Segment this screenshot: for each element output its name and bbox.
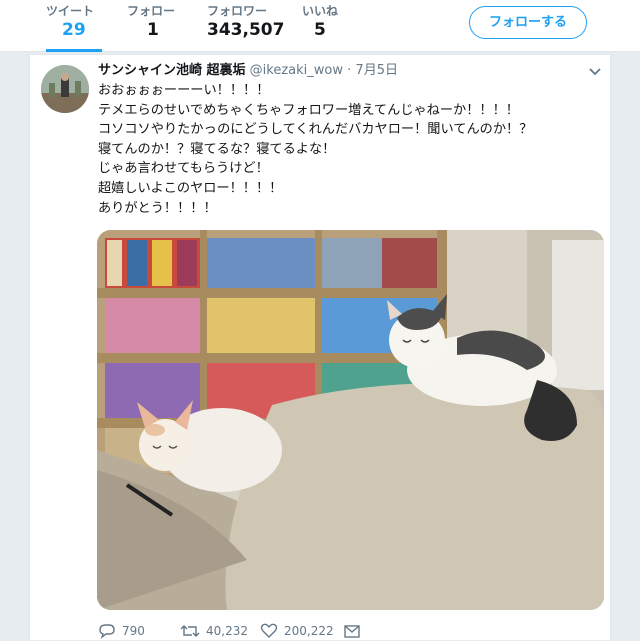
- stat-followers-value: 343,507: [207, 20, 285, 40]
- stat-tweets-label: ツイート: [46, 4, 95, 18]
- stat-tweets-value: 29: [62, 20, 86, 40]
- tweet-text: おおぉぉぉーーーい！！！！ テメエらのせいでめちゃくちゃフォロワー増えてんじゃね…: [98, 83, 533, 216]
- retweet-count: 40,232: [206, 624, 248, 638]
- retweet-icon: [180, 625, 200, 637]
- avatar[interactable]: [41, 65, 89, 113]
- caret-down-icon[interactable]: [587, 63, 603, 79]
- like-count: 200,222: [284, 624, 334, 638]
- stat-likes[interactable]: いいね 5: [302, 4, 342, 41]
- reply-count: 790: [122, 624, 145, 638]
- retweet-action[interactable]: 40,232: [180, 621, 248, 641]
- dm-action[interactable]: [343, 621, 367, 641]
- stat-tweets[interactable]: ツイート 29: [46, 4, 102, 52]
- display-name[interactable]: サンシャイン池崎 超裏垢: [98, 63, 246, 78]
- tweet-photo[interactable]: [97, 230, 604, 610]
- reply-icon: [99, 624, 115, 639]
- stat-likes-label: いいね: [302, 4, 339, 18]
- follow-button[interactable]: フォローする: [469, 6, 587, 39]
- avatar-image: [41, 65, 89, 113]
- like-action[interactable]: 200,222: [260, 621, 334, 641]
- tweet-header: サンシャイン池崎 超裏垢 @ikezaki_wow · 7月5日: [98, 61, 598, 81]
- dm-icon: [344, 625, 360, 638]
- stat-following-value: 1: [147, 20, 159, 40]
- stat-followers[interactable]: フォロワー 343,507: [207, 4, 285, 41]
- user-handle[interactable]: @ikezaki_wow: [250, 63, 343, 78]
- header-separator: ·: [347, 63, 352, 78]
- stat-likes-value: 5: [314, 20, 326, 40]
- profile-stats-bar: ツイート 29 フォロー 1 フォロワー 343,507 いいね 5 フォローす…: [0, 0, 640, 52]
- cats-photo: [97, 230, 604, 610]
- tweet-date[interactable]: 7月5日: [355, 63, 398, 78]
- tweet-card: サンシャイン池崎 超裏垢 @ikezaki_wow · 7月5日 おおぉぉぉーー…: [29, 54, 611, 640]
- tweet-actions: 790 40,232 200,222: [98, 621, 598, 641]
- stat-following-label: フォロー: [127, 4, 176, 18]
- stat-following[interactable]: フォロー 1: [127, 4, 177, 41]
- stat-followers-label: フォロワー: [207, 4, 268, 18]
- reply-action[interactable]: 790: [98, 621, 145, 641]
- like-icon: [260, 623, 278, 638]
